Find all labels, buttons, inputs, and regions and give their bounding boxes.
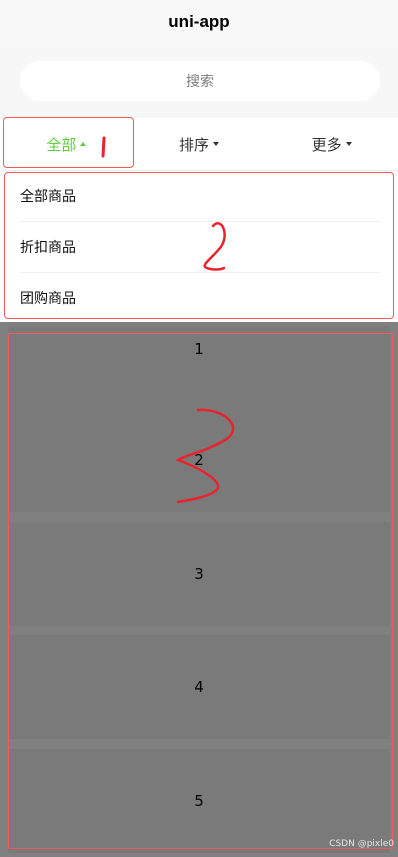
caret-down-icon [213, 142, 220, 146]
list-item: 5 [8, 749, 390, 853]
tab-all-label: 全部 [46, 135, 77, 154]
page: uni-app 搜索 全部 排序 更多 全部商品 折扣商品 团购商品 1 2 3… [0, 0, 398, 857]
search-placeholder: 搜索 [186, 74, 214, 90]
watermark: CSDN @pixle0 [329, 839, 394, 849]
search-input[interactable]: 搜索 [20, 61, 380, 101]
tab-all[interactable]: 全部 [0, 118, 133, 170]
list-item: 3 [8, 522, 390, 626]
filter-tab-bar: 全部 排序 更多 [0, 118, 398, 171]
search-area: 搜索 [0, 44, 398, 118]
list-item: 2 [8, 408, 390, 512]
tab-sort[interactable]: 排序 [133, 118, 266, 170]
list-item-label: 1 [194, 340, 204, 358]
nav-bar: uni-app [0, 0, 398, 44]
list-item-label: 3 [194, 565, 204, 583]
list-item-label: 2 [194, 451, 204, 469]
dropdown-item-group-goods[interactable]: 团购商品 [20, 273, 380, 323]
list-item-label: 4 [194, 678, 204, 696]
dropdown-item-label: 折扣商品 [20, 240, 76, 256]
caret-up-icon [80, 142, 87, 146]
tab-more-label: 更多 [311, 135, 342, 154]
dropdown-item-all-goods[interactable]: 全部商品 [20, 171, 380, 222]
dropdown-item-label: 团购商品 [20, 291, 76, 307]
dropdown-item-label: 全部商品 [20, 189, 76, 205]
dropdown-menu: 全部商品 折扣商品 团购商品 [0, 171, 398, 322]
list-item: 1 [8, 326, 390, 408]
caret-down-icon [345, 142, 352, 146]
dropdown-item-discount-goods[interactable]: 折扣商品 [20, 222, 380, 273]
list-item: 4 [8, 635, 390, 739]
overlay-mask[interactable]: 1 2 3 4 5 [0, 322, 398, 857]
tab-sort-label: 排序 [179, 135, 210, 154]
page-title: uni-app [168, 12, 230, 31]
list-item-label: 5 [194, 792, 204, 810]
tab-more[interactable]: 更多 [265, 118, 398, 170]
